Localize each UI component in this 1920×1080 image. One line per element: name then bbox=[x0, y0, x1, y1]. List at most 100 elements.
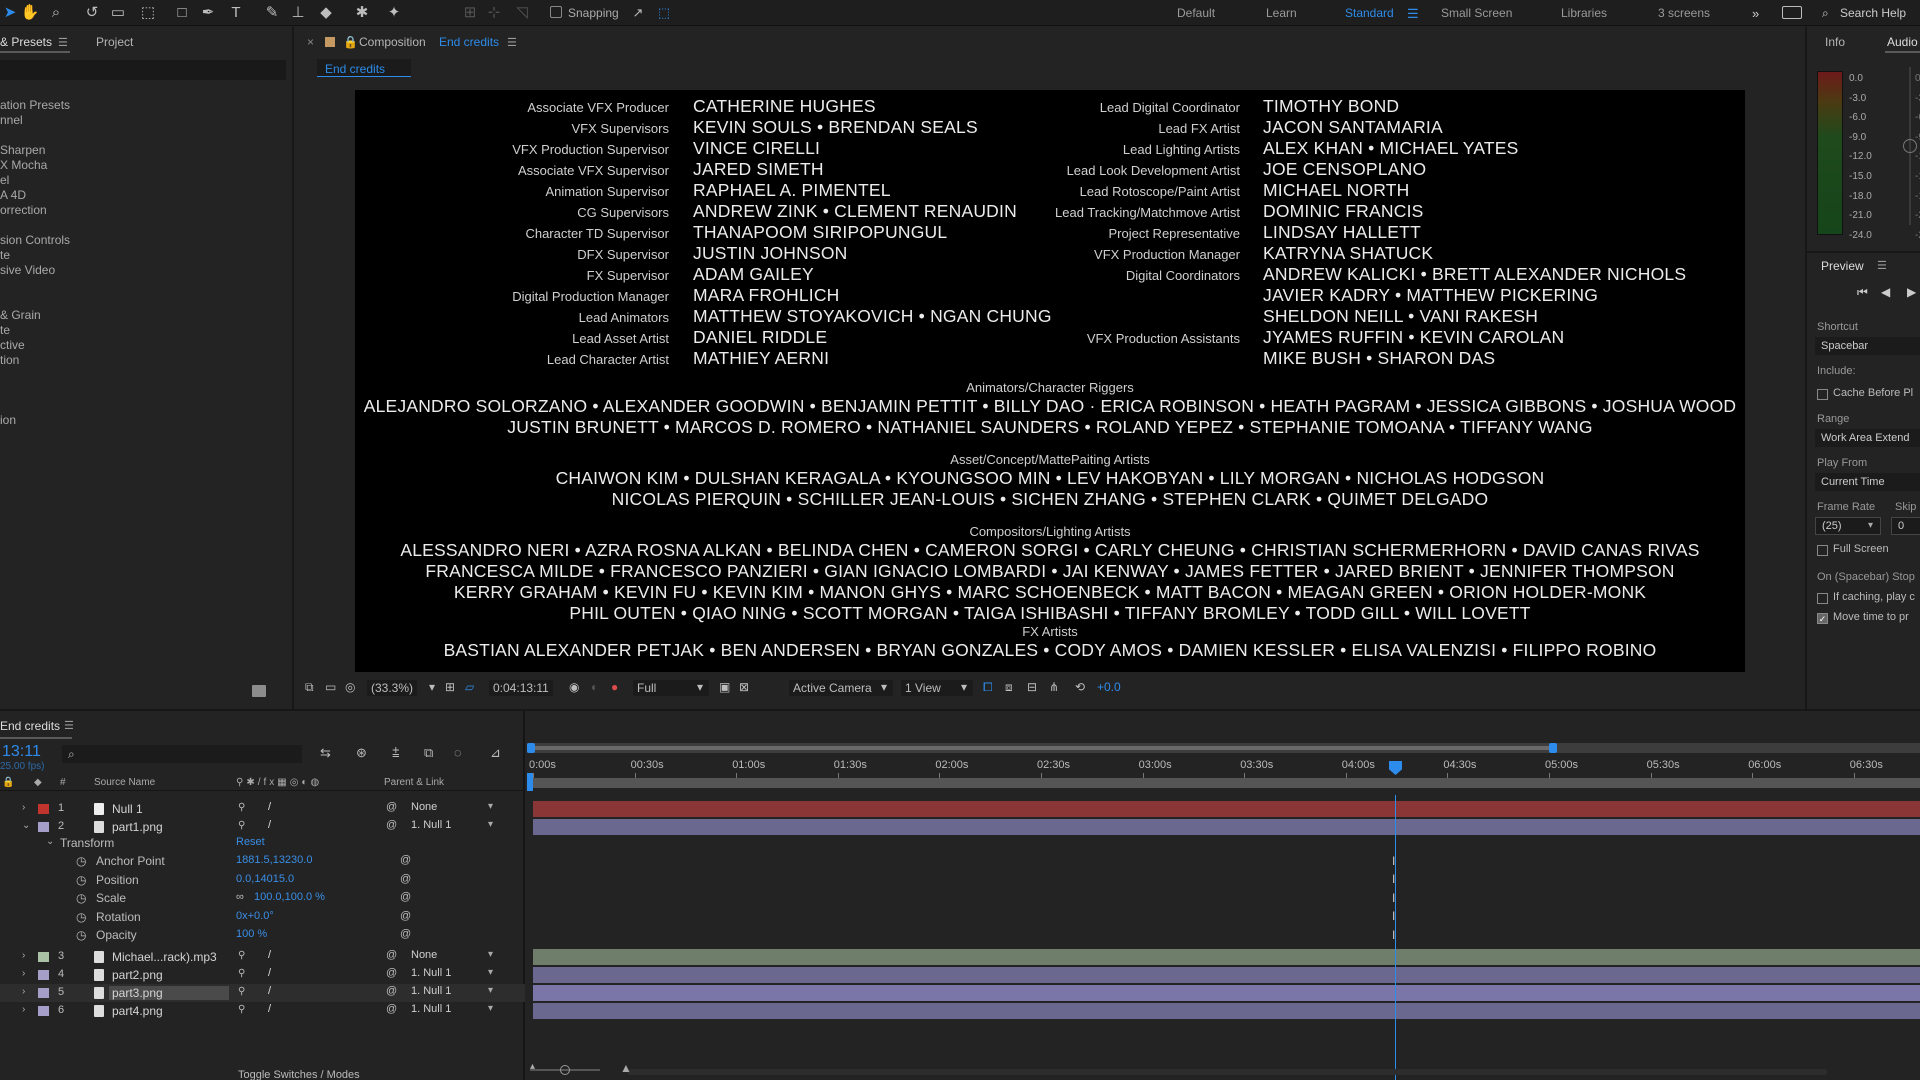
shy-layers-icon[interactable]: ⩲ bbox=[392, 745, 400, 761]
layer-row[interactable]: › 4 part2.png ⚲ / @1. Null 1 ▾ bbox=[0, 966, 525, 984]
layer-name[interactable]: Michael...rack).mp3 bbox=[112, 950, 217, 964]
zoom-out-icon[interactable]: ▴ bbox=[530, 1061, 535, 1072]
workspace-3-screens[interactable]: 3 screens bbox=[1658, 6, 1710, 20]
frame-rate-dropdown[interactable]: (25) ▾ bbox=[1815, 517, 1881, 535]
timeline-menu-icon[interactable]: ☰ bbox=[64, 719, 74, 732]
effect-list-item[interactable]: te bbox=[0, 248, 10, 262]
pickwhip-icon[interactable]: @ bbox=[400, 910, 411, 922]
tab-project[interactable]: Project bbox=[96, 35, 133, 49]
pickwhip-icon[interactable]: @ bbox=[386, 985, 397, 997]
parent-dropdown[interactable]: 1. Null 1 bbox=[408, 819, 500, 834]
layer-row[interactable]: › 6 part4.png ⚲ / @1. Null 1 ▾ bbox=[0, 1002, 525, 1020]
zoom-tool-icon[interactable]: ⌕ bbox=[46, 3, 66, 23]
if-caching-checkbox[interactable] bbox=[1817, 593, 1828, 604]
effect-list-item[interactable]: te bbox=[0, 323, 10, 337]
keyframe-marker[interactable]: I bbox=[1392, 854, 1395, 868]
clone-stamp-tool-icon[interactable]: ⊥ bbox=[288, 3, 308, 23]
layer-duration-bar[interactable] bbox=[533, 967, 1920, 983]
play-icon[interactable]: ▶ bbox=[1907, 285, 1916, 299]
layer-row[interactable]: › 5 part3.png ⚲ / @1. Null 1 ▾ bbox=[0, 984, 525, 1002]
draft-3d-icon[interactable]: ⊛ bbox=[356, 745, 367, 761]
expand-arrow-icon[interactable]: › bbox=[22, 986, 25, 997]
tab-info[interactable]: Info bbox=[1825, 35, 1845, 49]
quality-switch-icon[interactable]: / bbox=[268, 801, 271, 813]
effect-list-item[interactable]: ation Presets bbox=[0, 98, 70, 112]
stopwatch-icon[interactable]: ◷ bbox=[76, 891, 86, 905]
workspace-menu-icon[interactable]: ☰ bbox=[1407, 6, 1419, 22]
preview-menu-icon[interactable]: ☰ bbox=[1877, 259, 1887, 272]
effect-list-item[interactable]: el bbox=[0, 173, 9, 187]
mask-icon[interactable]: ◎ bbox=[345, 680, 355, 694]
timeline-horizontal-scrollbar[interactable] bbox=[627, 1069, 1827, 1075]
navigator-end-handle[interactable] bbox=[1549, 743, 1557, 753]
layer-label-color[interactable] bbox=[38, 988, 49, 998]
current-time-display[interactable]: 0:04:13:11 bbox=[489, 680, 553, 696]
transparency-toggle-icon[interactable]: ⊠ bbox=[739, 680, 749, 694]
layer-label-color[interactable] bbox=[38, 952, 49, 962]
tab-audio[interactable]: Audio bbox=[1887, 35, 1918, 49]
pickwhip-icon[interactable]: @ bbox=[400, 928, 411, 940]
zoom-slider-handle[interactable] bbox=[560, 1065, 570, 1075]
keyframe-marker[interactable]: I bbox=[1392, 891, 1395, 905]
transform-property-value[interactable]: 1881.5,13230.0 bbox=[236, 854, 312, 866]
effect-list-item[interactable]: A 4D bbox=[0, 188, 26, 202]
transform-expand-icon[interactable]: ⌄ bbox=[46, 836, 54, 847]
search-icon[interactable]: ⌕ bbox=[1822, 6, 1829, 21]
move-time-checkbox[interactable]: ✓ bbox=[1817, 613, 1828, 624]
time-navigator-range[interactable] bbox=[531, 746, 1553, 750]
shy-switch-icon[interactable]: ⚲ bbox=[238, 950, 245, 961]
quality-switch-icon[interactable]: / bbox=[268, 949, 271, 961]
workspace-default[interactable]: Default bbox=[1177, 6, 1215, 20]
skip-input[interactable]: 0 bbox=[1891, 517, 1920, 535]
layer-duration-bar[interactable] bbox=[533, 985, 1920, 1001]
parent-dropdown[interactable]: 1. Null 1 bbox=[408, 985, 500, 1000]
pickwhip-icon[interactable]: @ bbox=[386, 819, 397, 831]
transform-property-value[interactable]: 0x+0.0° bbox=[236, 910, 274, 922]
shy-switch-icon[interactable]: ⚲ bbox=[238, 820, 245, 831]
magnification-dropdown[interactable]: (33.3%) bbox=[367, 680, 418, 696]
expand-arrow-icon[interactable]: › bbox=[22, 968, 25, 979]
motion-blur-icon[interactable]: ◌ bbox=[454, 745, 462, 760]
pan-behind-tool-icon[interactable]: ⬚ bbox=[138, 3, 158, 23]
keyframe-marker[interactable]: I bbox=[1392, 909, 1395, 923]
composition-viewer[interactable]: Associate VFX Producer VFX Supervisors VFX… bbox=[355, 90, 1745, 672]
pickwhip-icon[interactable]: @ bbox=[386, 801, 397, 813]
parent-dropdown[interactable]: None bbox=[408, 949, 500, 964]
comp-mini-flowchart-icon[interactable]: ⇆ bbox=[320, 745, 331, 761]
pickwhip-icon[interactable]: @ bbox=[386, 967, 397, 979]
keyframe-marker[interactable]: I bbox=[1392, 872, 1395, 886]
pickwhip-icon[interactable]: @ bbox=[386, 949, 397, 961]
workspace-small-screen[interactable]: Small Screen bbox=[1441, 6, 1512, 20]
transform-property-value[interactable]: 0.0,14015.0 bbox=[236, 873, 294, 885]
expand-arrow-icon[interactable]: › bbox=[22, 950, 25, 961]
range-dropdown[interactable]: Work Area Extend bbox=[1815, 429, 1920, 447]
full-screen-checkbox[interactable] bbox=[1817, 545, 1828, 556]
parent-dropdown[interactable]: 1. Null 1 bbox=[408, 967, 500, 982]
snap-option-icon[interactable]: ↗ bbox=[628, 3, 648, 23]
effect-list-item[interactable]: sion Controls bbox=[0, 233, 70, 247]
layer-label-color[interactable] bbox=[38, 804, 49, 814]
cache-checkbox[interactable] bbox=[1817, 389, 1828, 400]
quality-switch-icon[interactable]: / bbox=[268, 967, 271, 979]
color-channels-icon[interactable]: ● bbox=[611, 680, 618, 694]
pickwhip-icon[interactable]: @ bbox=[386, 1003, 397, 1015]
region-of-interest-icon[interactable]: ▣ bbox=[719, 680, 730, 694]
frame-blending-icon[interactable]: ⧉ bbox=[424, 745, 433, 761]
effect-list-item[interactable]: nnel bbox=[0, 113, 23, 127]
workspace-standard[interactable]: Standard bbox=[1345, 6, 1394, 20]
stopwatch-icon[interactable]: ◷ bbox=[76, 873, 86, 887]
layer-label-color[interactable] bbox=[38, 970, 49, 980]
shy-switch-icon[interactable]: ⚲ bbox=[238, 986, 245, 997]
type-tool-icon[interactable]: T bbox=[226, 3, 246, 23]
time-navigator[interactable] bbox=[527, 743, 1920, 753]
zoom-in-icon[interactable]: ▲ bbox=[620, 1061, 632, 1075]
play-from-dropdown[interactable]: Current Time bbox=[1815, 473, 1920, 491]
timeline-comp-tab[interactable]: End credits bbox=[0, 719, 60, 733]
first-frame-icon[interactable]: ⏮ bbox=[1857, 285, 1868, 300]
puppet-tool-icon[interactable]: ✦ bbox=[384, 3, 404, 23]
expand-arrow-icon[interactable]: › bbox=[22, 1004, 25, 1015]
close-tab-icon[interactable]: × bbox=[307, 35, 314, 49]
monitor-icon[interactable]: ▭ bbox=[325, 680, 336, 694]
reset-exposure-icon[interactable]: ⟲ bbox=[1075, 680, 1085, 694]
layer-name[interactable]: part1.png bbox=[112, 820, 163, 834]
